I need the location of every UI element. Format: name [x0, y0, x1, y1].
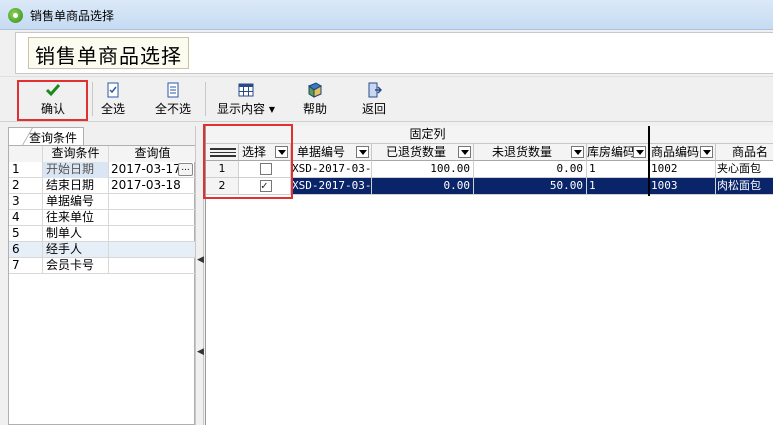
doc-no-header-label: 单据编号 — [297, 145, 346, 159]
query-row[interactable]: 7 会员卡号 — [9, 258, 196, 274]
product-code-cell: 1002 — [650, 161, 716, 178]
list-icon — [167, 82, 179, 98]
app-icon — [8, 8, 23, 23]
dropdown-arrow-icon: ▼ — [268, 105, 275, 114]
warehouse-cell: 1 — [587, 178, 649, 195]
display-content-label: 显示内容 — [217, 102, 266, 116]
condition-label: 制单人 — [43, 226, 109, 242]
title-bar: 销售单商品选择 — [0, 0, 773, 30]
doc-no-column-header[interactable]: 单据编号 — [291, 144, 372, 161]
product-code-cell: 1003 — [650, 178, 716, 195]
query-row[interactable]: 6 经手人 — [9, 242, 196, 258]
collapse-left-icon[interactable]: ◀ — [197, 347, 204, 357]
query-row[interactable]: 2 结束日期 2017-03-18 — [9, 178, 196, 194]
select-column-highlight — [203, 124, 293, 199]
fixed-columns-divider — [648, 126, 650, 196]
calendar-grid-icon — [238, 83, 254, 97]
back-button[interactable]: 返回 — [359, 80, 389, 118]
value-input[interactable] — [109, 226, 196, 242]
returned-qty-column-header[interactable]: 已退货数量 — [372, 144, 474, 161]
unreturned-qty-cell: 0.00 — [474, 161, 587, 178]
row-number: 2 — [9, 178, 43, 194]
query-row[interactable]: 4 往来单位 — [9, 210, 196, 226]
condition-label: 往来单位 — [43, 210, 109, 226]
filter-dropdown-icon[interactable] — [700, 146, 713, 158]
warehouse-column-header[interactable]: 库房编码 — [587, 144, 649, 161]
condition-label: 开始日期 — [43, 162, 109, 178]
returned-qty-cell: 0.00 — [372, 178, 474, 195]
warehouse-header-label: 库房编码 — [587, 145, 636, 159]
value-input[interactable] — [109, 258, 196, 274]
collapse-left-icon[interactable]: ◀ — [197, 255, 204, 265]
filter-dropdown-icon[interactable] — [356, 146, 369, 158]
query-row[interactable]: 5 制单人 — [9, 226, 196, 242]
value-input[interactable] — [109, 242, 196, 258]
query-conditions-grid: 查询条件 查询值 1 开始日期 2017-03-17 ... 2 结束日期 20… — [8, 145, 196, 425]
returned-qty-cell: 100.00 — [372, 161, 474, 178]
help-button[interactable]: 帮助 — [300, 80, 330, 118]
condition-column-header: 查询条件 — [43, 146, 109, 162]
select-none-button[interactable]: 全不选 — [152, 80, 194, 118]
value-input[interactable]: 2017-03-18 — [109, 178, 196, 194]
warehouse-cell: 1 — [587, 161, 649, 178]
filter-dropdown-icon[interactable] — [633, 146, 646, 158]
filter-dropdown-icon[interactable] — [458, 146, 471, 158]
product-name-column-header[interactable]: 商品名 — [716, 144, 773, 161]
display-content-button[interactable]: 显示内容 ▼ — [216, 80, 276, 118]
query-row[interactable]: 1 开始日期 2017-03-17 ... — [9, 162, 196, 178]
product-name-cell: 肉松面包 — [716, 178, 773, 195]
row-number: 4 — [9, 210, 43, 226]
select-all-label: 全选 — [100, 102, 125, 116]
filter-dropdown-icon[interactable] — [571, 146, 584, 158]
query-header-row: 查询条件 查询值 — [9, 146, 196, 162]
row-number: 1 — [9, 162, 43, 178]
help-label: 帮助 — [302, 102, 327, 116]
product-name-cell: 夹心面包 — [716, 161, 773, 178]
toolbar-separator — [92, 82, 93, 116]
row-number-header — [9, 146, 43, 162]
condition-label: 会员卡号 — [43, 258, 109, 274]
value-column-header: 查询值 — [109, 146, 196, 162]
product-code-column-header[interactable]: 商品编码 — [650, 144, 716, 161]
date-picker-button[interactable]: ... — [178, 163, 193, 176]
product-name-header-label: 商品名 — [732, 145, 769, 159]
checkbox-checked-icon — [107, 82, 119, 98]
row-number: 5 — [9, 226, 43, 242]
select-none-label: 全不选 — [154, 102, 191, 116]
row-number: 3 — [9, 194, 43, 210]
query-conditions-tab[interactable]: 查询条件 — [8, 127, 84, 145]
back-label: 返回 — [361, 102, 386, 116]
doc-no-cell: XSD-2017-03-1 — [291, 161, 372, 178]
condition-label: 单据编号 — [43, 194, 109, 210]
condition-label: 结束日期 — [43, 178, 109, 194]
confirm-highlight — [17, 80, 88, 121]
exit-door-icon — [368, 82, 382, 98]
unreturned-qty-column-header[interactable]: 未退货数量 — [474, 144, 587, 161]
window-title: 销售单商品选择 — [30, 9, 115, 23]
unreturned-qty-cell: 50.00 — [474, 178, 587, 195]
window: 销售单商品选择 销售单商品选择 确认 全选 全不选 显示内容 ▼ 帮助 返回 查… — [0, 0, 773, 425]
page-title: 销售单商品选择 — [28, 37, 189, 69]
returned-qty-header-label: 已退货数量 — [386, 145, 447, 159]
scroll-columns-band — [649, 126, 773, 144]
doc-no-cell: XSD-2017-03-1 — [291, 178, 372, 195]
row-number: 6 — [9, 242, 43, 258]
product-code-header-label: 商品编码 — [651, 145, 700, 159]
help-book-icon — [308, 82, 322, 98]
unreturned-qty-header-label: 未退货数量 — [492, 145, 553, 159]
select-all-button[interactable]: 全选 — [95, 80, 131, 118]
toolbar-separator — [205, 82, 206, 116]
row-number: 7 — [9, 258, 43, 274]
query-row[interactable]: 3 单据编号 — [9, 194, 196, 210]
value-input[interactable] — [109, 194, 196, 210]
value-input[interactable] — [109, 210, 196, 226]
condition-label: 经手人 — [43, 242, 109, 258]
